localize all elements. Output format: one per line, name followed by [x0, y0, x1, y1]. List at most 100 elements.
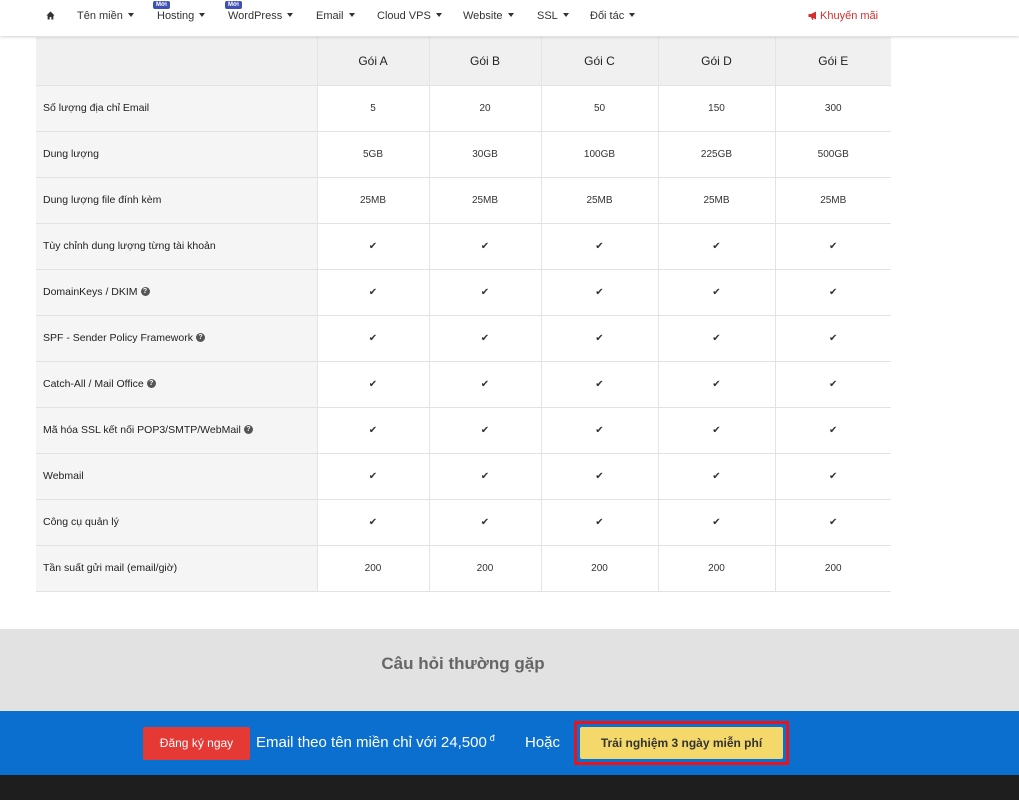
cta-bar: Đăng ký ngay Email theo tên miền chỉ với… — [0, 711, 1019, 775]
check-icon: ✔ — [428, 223, 541, 270]
nav-item-hosting[interactable]: Hosting — [157, 0, 206, 33]
free-trial-button[interactable]: Trải nghiệm 3 ngày miễn phí — [580, 727, 783, 759]
nav-item-email[interactable]: Email — [316, 0, 355, 33]
value-cell: 200 — [657, 545, 775, 592]
check-icon: ✔ — [774, 453, 891, 500]
nav-item-label: SSL — [537, 10, 558, 22]
feature-label-cell: SPF - Sender Policy Framework? — [36, 315, 317, 362]
package-header: Gói D — [657, 37, 775, 86]
check-icon: ✔ — [316, 499, 429, 546]
value-cell: 100GB — [540, 131, 658, 178]
check-icon: ✔ — [657, 407, 775, 454]
nav-item-cloud-vps[interactable]: Cloud VPS — [377, 0, 442, 33]
feature-label: Công cụ quản lý — [43, 516, 119, 528]
feature-label-cell: Công cụ quản lý — [36, 499, 317, 546]
feature-label: DomainKeys / DKIM — [43, 286, 138, 298]
value-cell: 25MB — [657, 177, 775, 224]
table-row: Catch-All / Mail Office? ✔ ✔ ✔ ✔ ✔ — [36, 361, 891, 408]
nav-item-website[interactable]: Website — [463, 0, 514, 33]
question-circle-icon[interactable]: ? — [140, 286, 150, 296]
footer — [0, 775, 1019, 800]
check-icon: ✔ — [540, 223, 658, 270]
value-cell: 200 — [428, 545, 541, 592]
feature-label-cell: DomainKeys / DKIM? — [36, 269, 317, 316]
cta-text-label: Email theo tên miền chỉ với 24,500 — [256, 734, 487, 751]
caret-down-icon — [435, 13, 442, 18]
feature-label-cell: Webmail — [36, 453, 317, 500]
nav-item-ten-mien[interactable]: Tên miền — [77, 0, 134, 33]
check-icon: ✔ — [316, 361, 429, 408]
caret-down-icon — [199, 13, 206, 18]
register-now-button[interactable]: Đăng ký ngay — [143, 727, 250, 760]
check-icon: ✔ — [428, 453, 541, 500]
check-icon: ✔ — [657, 269, 775, 316]
feature-label-cell: Catch-All / Mail Office? — [36, 361, 317, 408]
check-icon: ✔ — [316, 315, 429, 362]
check-icon: ✔ — [657, 499, 775, 546]
value-cell: 25MB — [428, 177, 541, 224]
check-icon: ✔ — [540, 361, 658, 408]
feature-label: Dung lượng — [43, 148, 99, 160]
table-row: Công cụ quản lý ✔ ✔ ✔ ✔ ✔ — [36, 499, 891, 546]
feature-label: Mã hóa SSL kết nối POP3/SMTP/WebMail — [43, 424, 241, 436]
value-cell: 25MB — [774, 177, 891, 224]
table-row: Dung lượng 5GB 30GB 100GB 225GB 500GB — [36, 131, 891, 178]
table-row: SPF - Sender Policy Framework? ✔ ✔ ✔ ✔ ✔ — [36, 315, 891, 362]
feature-label-cell: Dung lượng file đính kèm — [36, 177, 317, 224]
value-cell: 5 — [316, 85, 429, 132]
feature-label-cell: Số lượng địa chỉ Email — [36, 85, 317, 132]
nav-item-wordpress[interactable]: WordPress — [228, 0, 294, 33]
check-icon: ✔ — [774, 499, 891, 546]
nav-item-ssl[interactable]: SSL — [537, 0, 569, 33]
feature-label-cell: Tần suất gửi mail (email/giờ) — [36, 545, 317, 592]
feature-label-cell: Dung lượng — [36, 131, 317, 178]
caret-down-icon — [507, 13, 514, 18]
caret-down-icon — [127, 13, 134, 18]
feature-label: Tùy chỉnh dung lượng từng tài khoản — [43, 240, 216, 252]
value-cell: 50 — [540, 85, 658, 132]
currency-symbol: đ — [489, 733, 495, 743]
cta-price-text: Email theo tên miền chỉ với 24,500 đ — [256, 733, 495, 751]
nav-item-doi-tac[interactable]: Đối tác — [590, 0, 636, 33]
top-navbar: Tên miền Mới Hosting Mới WordPress Email… — [0, 0, 1019, 36]
value-cell: 5GB — [316, 131, 429, 178]
value-cell: 500GB — [774, 131, 891, 178]
check-icon: ✔ — [316, 223, 429, 270]
question-circle-icon[interactable]: ? — [195, 332, 205, 342]
table-header-blank — [36, 37, 317, 86]
caret-down-icon — [348, 13, 355, 18]
feature-label: Số lượng địa chỉ Email — [43, 102, 150, 114]
nav-item-label: Website — [463, 10, 503, 22]
feature-label: Tần suất gửi mail (email/giờ) — [43, 562, 178, 574]
promo-label: Khuyến mãi — [820, 10, 879, 22]
check-icon: ✔ — [316, 269, 429, 316]
check-icon: ✔ — [540, 269, 658, 316]
check-icon: ✔ — [774, 361, 891, 408]
feature-label: SPF - Sender Policy Framework — [43, 332, 193, 344]
table-row: Số lượng địa chỉ Email 5 20 50 150 300 — [36, 85, 891, 132]
table-row: Mã hóa SSL kết nối POP3/SMTP/WebMail? ✔ ✔ ✔… — [36, 407, 891, 454]
nav-item-label: Tên miền — [77, 10, 123, 22]
home-icon[interactable] — [46, 11, 55, 20]
feature-label: Dung lượng file đính kèm — [43, 194, 162, 206]
nav-item-label: Email — [316, 10, 344, 22]
check-icon: ✔ — [316, 453, 429, 500]
caret-down-icon — [629, 13, 636, 18]
cta-or-label: Hoặc — [525, 734, 561, 751]
nav-item-label: Đối tác — [590, 10, 625, 22]
value-cell: 200 — [316, 545, 429, 592]
check-icon: ✔ — [428, 407, 541, 454]
promo-link[interactable]: Khuyến mãi — [808, 0, 878, 33]
table-header-row: Gói A Gói B Gói C Gói D Gói E — [36, 37, 891, 86]
check-icon: ✔ — [657, 361, 775, 408]
package-header: Gói B — [428, 37, 541, 86]
question-circle-icon[interactable]: ? — [146, 378, 156, 388]
megaphone-icon — [808, 11, 816, 20]
check-icon: ✔ — [428, 315, 541, 362]
question-circle-icon[interactable]: ? — [243, 424, 253, 434]
email-plan-comparison-table: Gói A Gói B Gói C Gói D Gói E Số lượng đ… — [36, 37, 891, 592]
table-row: DomainKeys / DKIM? ✔ ✔ ✔ ✔ ✔ — [36, 269, 891, 316]
feature-label-cell: Mã hóa SSL kết nối POP3/SMTP/WebMail? — [36, 407, 317, 454]
check-icon: ✔ — [540, 499, 658, 546]
check-icon: ✔ — [774, 269, 891, 316]
